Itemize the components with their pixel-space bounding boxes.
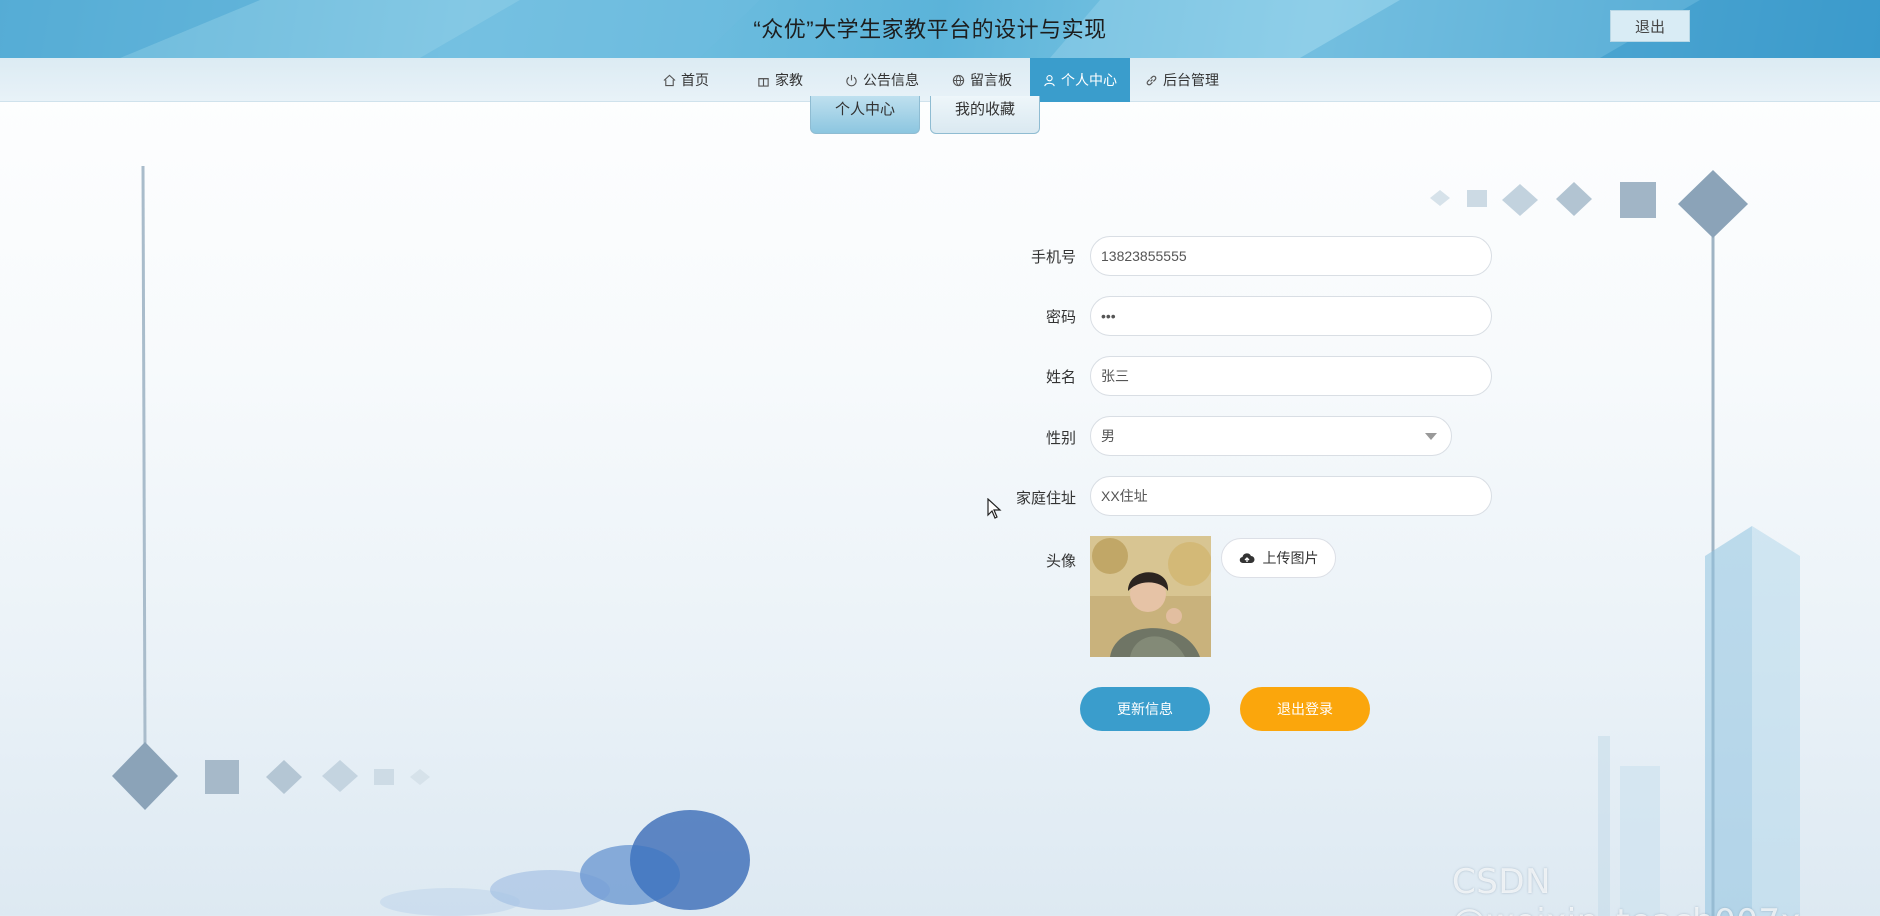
site-title: “众优”大学生家教平台的设计与实现	[753, 17, 1107, 42]
subtab-label: 个人中心	[834, 101, 895, 118]
nav-item-label: 家教	[775, 72, 803, 88]
power-icon	[846, 74, 857, 86]
nav-item-admin[interactable]: 后台管理	[1140, 58, 1224, 102]
globe-icon	[952, 74, 965, 86]
avatar-photo	[1090, 536, 1211, 657]
address-label: 家庭住址	[1015, 490, 1076, 507]
password-field[interactable]: •••	[1090, 296, 1492, 336]
nav-item-label: 后台管理	[1163, 72, 1219, 88]
mouse-cursor-icon	[987, 498, 1002, 519]
name-field[interactable]: 张三	[1090, 356, 1492, 396]
address-field[interactable]: XX住址	[1090, 476, 1492, 516]
nav-item-label: 首页	[681, 72, 709, 88]
avatar	[1090, 536, 1211, 657]
runner-graphic	[380, 810, 750, 916]
gender-label: 性别	[1045, 430, 1076, 447]
cloud-upload-icon	[1239, 553, 1254, 564]
upload-image-button[interactable]: 上传图片	[1221, 538, 1336, 578]
nav-item-label: 个人中心	[1061, 72, 1117, 88]
update-info-button[interactable]: 更新信息	[1080, 687, 1210, 731]
csdn-watermark: CSDN @weixin_teach007x	[1452, 862, 1801, 916]
nav-item-label: 公告信息	[863, 72, 919, 88]
phone-field[interactable]: 13823855555	[1090, 236, 1492, 276]
name-label: 姓名	[1045, 369, 1076, 386]
password-label: 密码	[1045, 309, 1076, 326]
nav-item-label: 留言板	[970, 72, 1012, 88]
avatar-label: 头像	[1045, 553, 1076, 570]
chevron-down-icon	[1425, 432, 1437, 440]
subtab-favorites[interactable]: 我的收藏	[930, 96, 1040, 134]
nav-item-home[interactable]: 首页	[646, 58, 726, 102]
logout-top-button[interactable]: 退出	[1610, 10, 1690, 42]
upload-button-label: 上传图片	[1262, 550, 1319, 566]
gender-select-value: 男	[1101, 428, 1115, 444]
home-icon	[663, 74, 676, 86]
nav-item-tutor[interactable]: 家教	[744, 58, 816, 102]
logout-button[interactable]: 退出登录	[1240, 687, 1370, 731]
nav-item-personal-center[interactable]: 个人中心	[1030, 58, 1130, 102]
subtab-personal-center[interactable]: 个人中心	[810, 96, 920, 134]
user-icon	[1044, 74, 1055, 86]
gender-select[interactable]: 男	[1090, 416, 1452, 456]
subtab-label: 我的收藏	[954, 101, 1015, 118]
gift-icon	[758, 77, 769, 87]
link-icon	[1146, 75, 1157, 85]
top-header: “众优”大学生家教平台的设计与实现 退出	[0, 0, 1880, 58]
phone-label: 手机号	[1030, 249, 1076, 266]
